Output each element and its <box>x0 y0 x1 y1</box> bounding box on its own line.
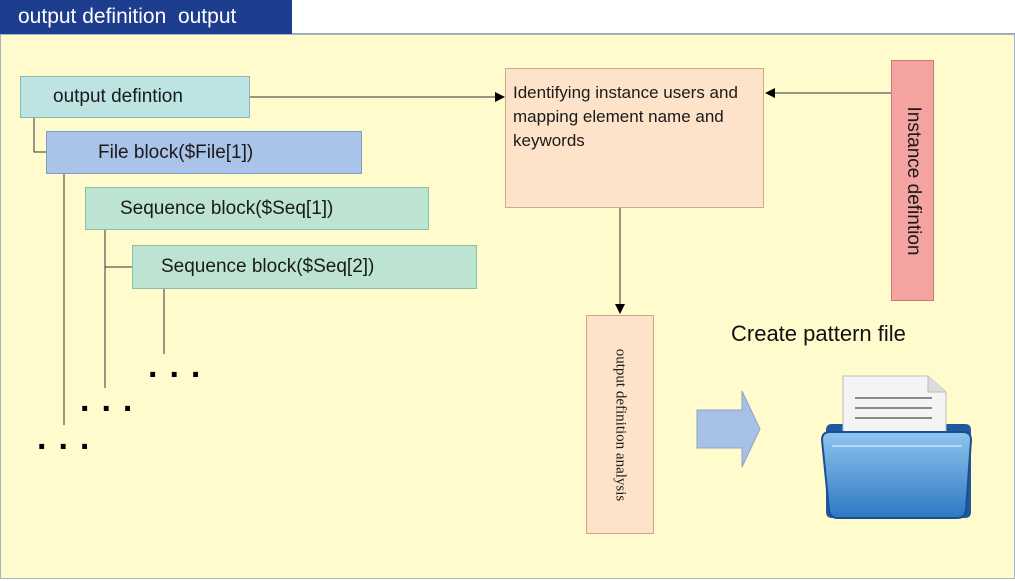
instance-definition-box: Instance defintion <box>891 60 934 301</box>
instance-definition-label: Instance defintion <box>902 106 924 255</box>
create-pattern-file-caption: Create pattern file <box>731 321 906 346</box>
ellipsis-seq1: ... <box>80 381 145 419</box>
sequence-block-1-box: Sequence block($Seq[1]) <box>85 187 429 230</box>
folder-document-icon <box>820 375 973 519</box>
block-arrow-right <box>696 390 761 468</box>
ellipsis-seq2: ... <box>148 347 213 385</box>
tree-line-file <box>33 118 46 153</box>
output-analysis-label: output definition analysis <box>612 348 629 501</box>
sequence-block-2-box: Sequence block($Seq[2]) <box>132 245 477 289</box>
identifying-box: Identifying instance users and mapping e… <box>505 68 764 208</box>
tree-line-seq1-branch <box>104 230 132 268</box>
ellipsis-file: ... <box>37 419 102 457</box>
file-block-box: File block($File[1]) <box>46 131 362 174</box>
output-analysis-box: output definition analysis <box>586 315 654 534</box>
output-definition-box: output defintion <box>20 76 250 118</box>
